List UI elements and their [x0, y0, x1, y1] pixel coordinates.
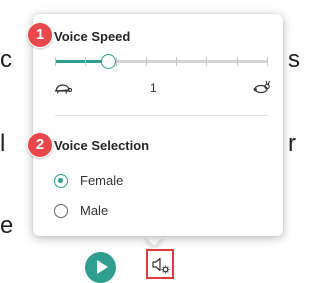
- background-text-fragment: l: [0, 130, 6, 157]
- voice-option-male[interactable]: Male: [54, 203, 108, 218]
- background-text-fragment: e: [0, 212, 14, 239]
- turtle-icon[interactable]: [54, 82, 73, 100]
- radio-button-female[interactable]: [54, 173, 68, 188]
- play-icon: [97, 260, 108, 274]
- background-text-fragment: s: [288, 46, 300, 73]
- section-divider: [55, 115, 268, 116]
- voice-speed-title: Voice Speed: [54, 29, 131, 44]
- step-badge-2: 2: [27, 132, 53, 158]
- voice-speed-slider-tick: [267, 57, 268, 66]
- voice-speed-slider-thumb[interactable]: [100, 54, 116, 69]
- step-badge-1: 1: [27, 22, 53, 48]
- background-text-fragment: c: [0, 46, 12, 73]
- voice-option-male-label: Male: [80, 203, 109, 218]
- voice-speed-slider-tick: [116, 57, 117, 66]
- voice-speed-slider-tick: [85, 57, 86, 66]
- voice-settings-button[interactable]: [146, 249, 174, 279]
- voice-speed-value: 1: [150, 81, 157, 95]
- voice-speed-slider-tick: [237, 57, 238, 66]
- voice-option-female-label: Female: [80, 173, 124, 188]
- voice-settings-icon: [151, 255, 171, 280]
- radio-button-male[interactable]: [54, 203, 68, 218]
- play-button[interactable]: [85, 252, 116, 283]
- background-text-fragment: r: [288, 130, 296, 157]
- radio-selected-dot: [58, 177, 63, 183]
- voice-option-female[interactable]: Female: [54, 173, 123, 188]
- voice-speed-slider-tick: [55, 57, 56, 66]
- voice-speed-slider-track[interactable]: [55, 57, 268, 66]
- voice-speed-slider-tick: [146, 57, 147, 66]
- voice-speed-slider-tick: [206, 57, 207, 66]
- rabbit-icon[interactable]: [253, 80, 271, 99]
- voice-speed-slider-tick: [176, 57, 177, 66]
- voice-selection-title: Voice Selection: [54, 138, 150, 153]
